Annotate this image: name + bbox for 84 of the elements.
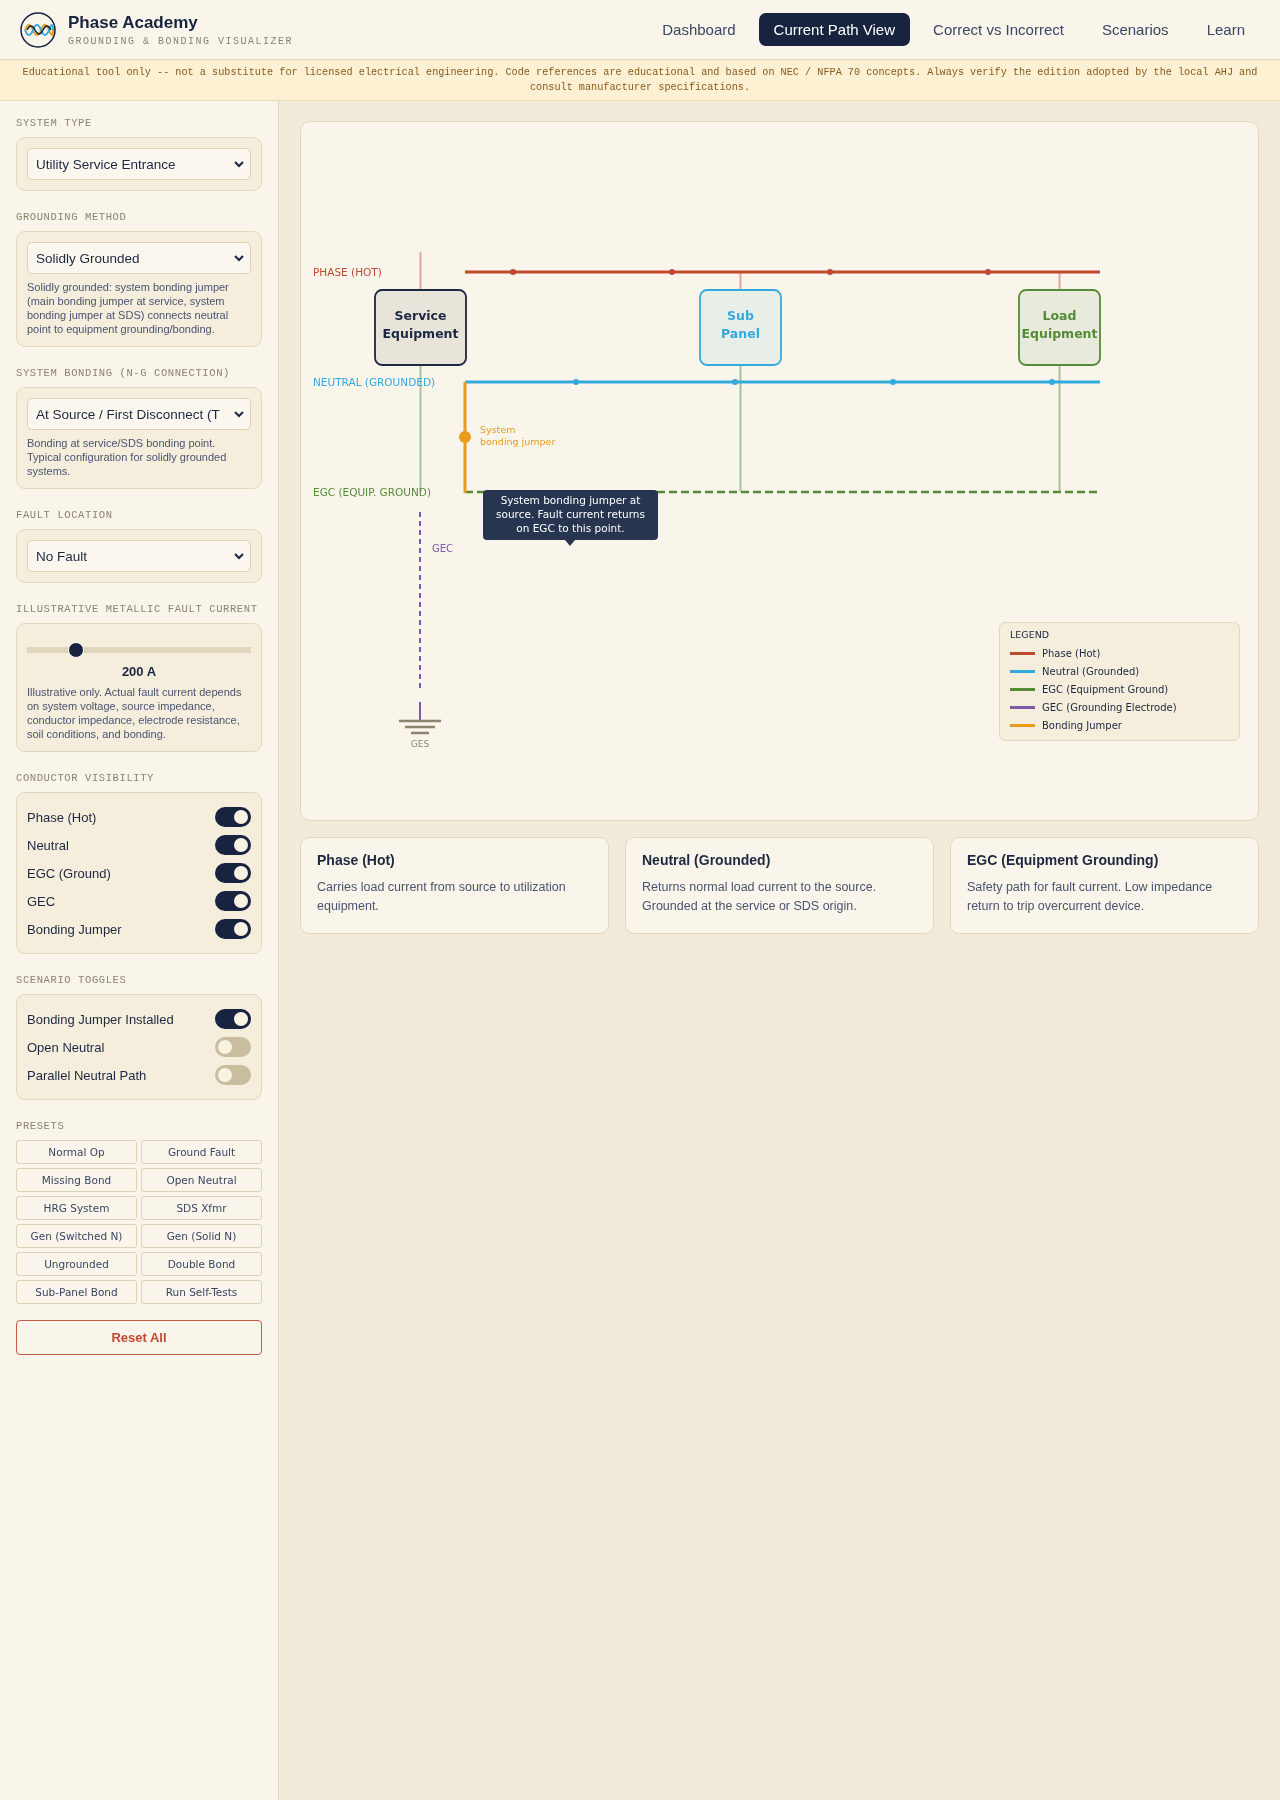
toggle-label: Bonding Jumper Installed (27, 1011, 174, 1027)
toggle-label: Bonding Jumper (27, 921, 122, 937)
toggle-label: Phase (Hot) (27, 809, 97, 825)
section-label: SCENARIO TOGGLES (16, 974, 128, 986)
toggle-switch[interactable] (215, 1009, 251, 1029)
section-label: ILLUSTRATIVE METALLIC FAULT CURRENT (16, 603, 259, 615)
gec-label: GEC (432, 543, 454, 554)
toggle-label: Neutral (27, 837, 69, 853)
preset-button[interactable]: Gen (Switched N) (16, 1224, 137, 1248)
preset-button[interactable]: Double Bond (141, 1252, 262, 1276)
section-label: PRESETS (16, 1120, 66, 1132)
section-label: SYSTEM TYPE (16, 117, 93, 129)
nav-tab[interactable]: Learn (1191, 13, 1260, 46)
dropdown[interactable]: No Fault (27, 540, 251, 572)
equipment-box: Load Equipment (1018, 289, 1101, 366)
conductor-label: EGC (EQUIP. GROUND) (313, 486, 431, 498)
card-title: Neutral (Grounded) (642, 852, 772, 868)
toggle-label: Open Neutral (27, 1039, 105, 1055)
chevron-down-icon (234, 552, 244, 560)
preset-button[interactable]: SDS Xfmr (141, 1196, 262, 1220)
preset-button[interactable]: Sub-Panel Bond (16, 1280, 137, 1304)
ground-symbol-icon (399, 701, 441, 735)
equipment-box: Sub Panel (699, 289, 782, 366)
section-label: CONDUCTOR VISIBILITY (16, 772, 156, 784)
slider-thumb[interactable] (68, 642, 85, 658)
legend-label: GEC (Grounding Electrode) (1042, 701, 1177, 713)
tooltip: System bonding jumper at source. Fault current returns on EGC to this point. (483, 490, 658, 540)
card-text: Returns normal load current to the source. Grounded at the service or SDS origin. (642, 879, 878, 915)
legend-label: EGC (Equipment Ground) (1042, 683, 1169, 695)
toggle-label: GEC (27, 893, 56, 909)
preset-button[interactable]: Ungrounded (16, 1252, 137, 1276)
toggle-switch[interactable] (215, 835, 251, 855)
preset-button[interactable]: Open Neutral (141, 1168, 262, 1192)
current-reading: 200 A (120, 664, 158, 679)
dropdown[interactable]: Solidly Grounded (27, 242, 251, 274)
toggle-label: Parallel Neutral Path (27, 1067, 147, 1083)
section-label: SYSTEM BONDING (N-G CONNECTION) (16, 367, 231, 379)
equipment-box: Service Equipment (374, 289, 467, 366)
toggle-switch[interactable] (215, 891, 251, 911)
preset-button[interactable]: Ground Fault (141, 1140, 262, 1164)
app-subtitle: GROUNDING & BONDING VISUALIZER (68, 35, 294, 47)
card-title: Phase (Hot) (317, 852, 396, 868)
dropdown[interactable]: At Source / First Disconnect (T (27, 398, 251, 430)
toggle-switch[interactable] (215, 807, 251, 827)
legend-title: LEGEND (1010, 629, 1051, 640)
nav-tab[interactable]: Current Path View (758, 13, 911, 46)
logo-icon (20, 11, 56, 48)
toggle-switch[interactable] (215, 863, 251, 883)
card-text: Safety path for fault current. Low impedance return to trip overcurrent device. (967, 879, 1214, 915)
help-text: Illustrative only. Actual fault current depends on system voltage, source impedance, conductor impedance, electrode resistance, soil conditions, and bonding. (27, 685, 243, 741)
section-label: GROUNDING METHOD (16, 211, 128, 223)
reset-button[interactable]: Reset All (16, 1320, 262, 1355)
preset-button[interactable]: Missing Bond (16, 1168, 137, 1192)
preset-button[interactable]: Normal Op (16, 1140, 137, 1164)
bonding-jumper-label: System bonding jumper (480, 424, 556, 447)
conductor-label: PHASE (HOT) (313, 266, 382, 278)
ges-label: GES (410, 739, 430, 749)
app-title: Phase Academy (68, 12, 199, 33)
legend-label: Neutral (Grounded) (1042, 665, 1140, 677)
card-title: EGC (Equipment Grounding) (967, 852, 1160, 868)
section-label: FAULT LOCATION (16, 509, 114, 521)
chevron-down-icon (234, 254, 244, 262)
tap-line (419, 251, 422, 291)
disclaimer-text: Educational tool only -- not a substitute for licensed electrical engineering. Code references are educational and based on NEC / NFPA 70 concepts. Always verify the edition adopted by the local AHJ and consult manufacturer specifications. (21, 66, 1259, 95)
toggle-switch[interactable] (215, 1065, 251, 1085)
dropdown[interactable]: Utility Service Entrance (27, 148, 251, 180)
preset-button[interactable]: HRG System (16, 1196, 137, 1220)
legend-label: Bonding Jumper (1042, 719, 1122, 731)
help-text: Solidly grounded: system bonding jumper (main bonding jumper at service, system bonding jumper at SDS) connects neutral point to equipment grounding/bonding. (27, 280, 230, 336)
chevron-down-icon (234, 410, 244, 418)
toggle-switch[interactable] (215, 919, 251, 939)
preset-button[interactable]: Gen (Solid N) (141, 1224, 262, 1248)
toggle-label: EGC (Ground) (27, 865, 111, 881)
nav-tab[interactable]: Scenarios (1086, 13, 1184, 46)
card-text: Carries load current from source to utilization equipment. (317, 879, 567, 915)
conductor-label: NEUTRAL (GROUNDED) (313, 376, 436, 388)
help-text: Bonding at service/SDS bonding point. Typical configuration for solidly grounded systems. (27, 436, 228, 478)
preset-button[interactable]: Run Self-Tests (141, 1280, 262, 1304)
nav-tab[interactable]: Correct vs Incorrect (918, 13, 1079, 46)
nav-tab[interactable]: Dashboard (647, 13, 751, 46)
tooltip-pointer-icon (565, 540, 575, 546)
chevron-down-icon (234, 160, 244, 168)
legend-label: Phase (Hot) (1042, 647, 1101, 659)
toggle-switch[interactable] (215, 1037, 251, 1057)
